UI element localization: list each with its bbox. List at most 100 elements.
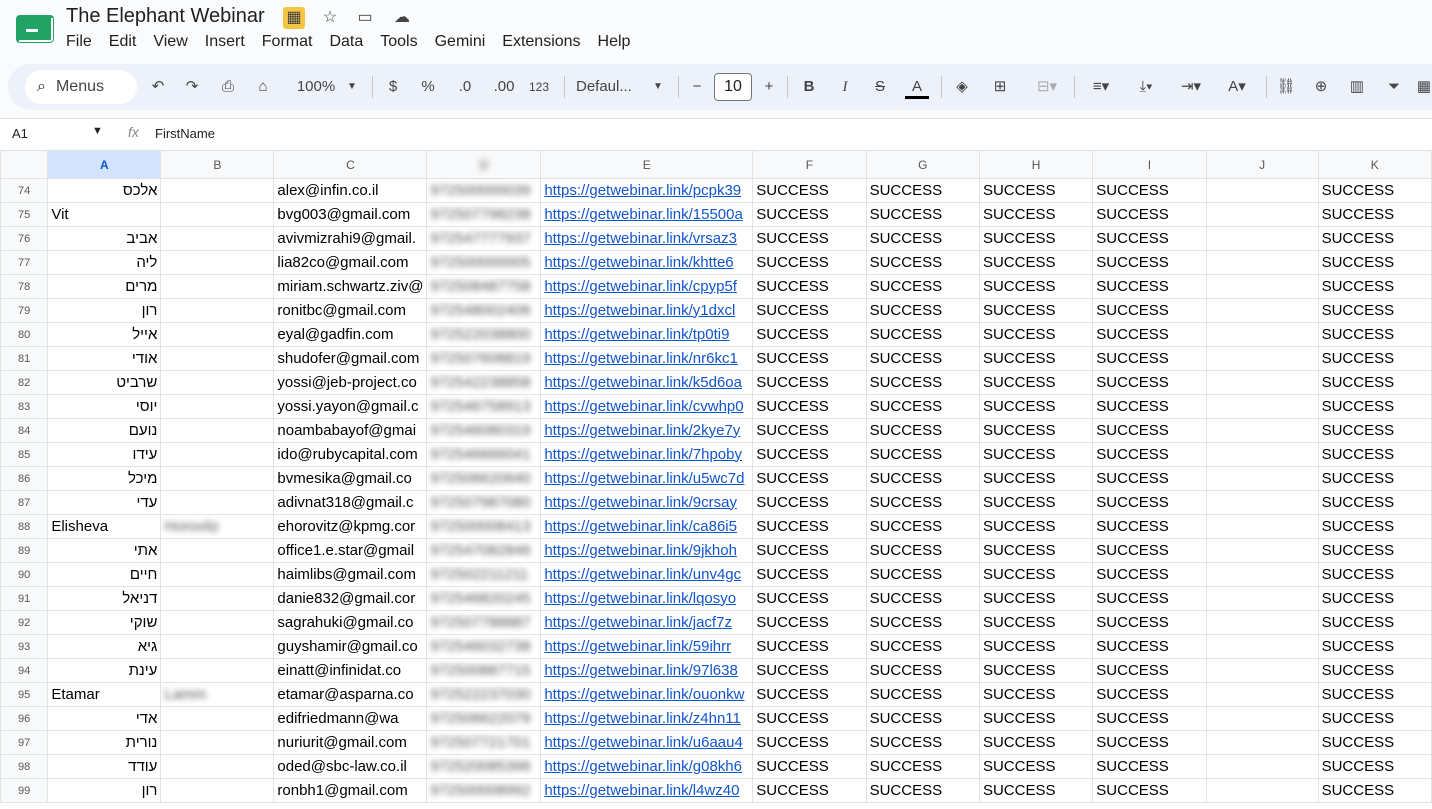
cell-email[interactable]: ronitbc@gmail.com (273, 298, 428, 323)
cell-firstname[interactable]: אודי (47, 346, 162, 371)
cell-status[interactable]: SUCCESS (1317, 682, 1432, 707)
link-icon[interactable]: ⛓ (1276, 75, 1296, 99)
cell-link[interactable]: https://getwebinar.link/g08kh6 (540, 754, 754, 779)
cell-empty[interactable] (1205, 538, 1319, 563)
cell-status[interactable]: SUCCESS (1317, 466, 1432, 491)
column-header-h[interactable]: H (978, 150, 1094, 179)
cell-link[interactable]: https://getwebinar.link/u6aau4 (540, 730, 754, 755)
menu-extensions[interactable]: Extensions (502, 33, 587, 51)
cell-status[interactable]: SUCCESS (865, 658, 980, 683)
cell-empty[interactable] (1205, 202, 1319, 227)
search-menus[interactable]: ⌕ Menus (25, 70, 137, 104)
select-all-corner[interactable] (0, 150, 49, 179)
cell-status[interactable]: SUCCESS (1317, 394, 1432, 419)
cell-phone[interactable]: 972507798238 (426, 202, 542, 227)
cell-status[interactable]: SUCCESS (865, 634, 980, 659)
row-number[interactable]: 78 (0, 274, 49, 299)
cell-firstname[interactable]: אדי (47, 706, 162, 731)
menu-help[interactable]: Help (598, 33, 638, 51)
cell-email[interactable]: avivmizrahi9@gmail. (273, 226, 428, 251)
cell-status[interactable]: SUCCESS (865, 730, 980, 755)
cell-link[interactable]: https://getwebinar.link/nr6kc1 (540, 346, 754, 371)
cell-firstname[interactable]: אייל (47, 322, 162, 347)
cell-phone[interactable]: 972500008413 (426, 514, 542, 539)
cell-status[interactable]: SUCCESS (865, 514, 980, 539)
cell-lastname[interactable]: Horovitz (160, 514, 275, 539)
cell-link[interactable]: https://getwebinar.link/pcpk39 (540, 178, 754, 203)
decrease-decimal-button[interactable]: .0 (453, 75, 477, 99)
cell-status[interactable]: SUCCESS (1092, 730, 1207, 755)
cell-phone[interactable]: 972546080319 (426, 418, 542, 443)
cell-status[interactable]: SUCCESS (865, 370, 980, 395)
column-header-e[interactable]: E (540, 150, 754, 179)
cell-status[interactable]: SUCCESS (1317, 250, 1432, 275)
redo-icon[interactable]: ↷ (182, 75, 202, 99)
column-header-d[interactable]: D (426, 150, 542, 179)
cell-link[interactable]: https://getwebinar.link/cpyp5f (540, 274, 754, 299)
cell-status[interactable]: SUCCESS (1092, 370, 1207, 395)
cell-firstname[interactable]: נורית (47, 730, 162, 755)
cell-status[interactable]: SUCCESS (752, 562, 867, 587)
cell-lastname[interactable] (160, 346, 275, 371)
cell-status[interactable]: SUCCESS (865, 178, 980, 203)
cell-status[interactable]: SUCCESS (1092, 178, 1207, 203)
menu-file[interactable]: File (66, 33, 99, 51)
cell-phone[interactable]: 972520085396 (426, 754, 542, 779)
cell-status[interactable]: SUCCESS (752, 514, 867, 539)
cell-status[interactable]: SUCCESS (752, 610, 867, 635)
row-number[interactable]: 77 (0, 250, 49, 275)
cell-phone[interactable]: 972507987080 (426, 490, 542, 515)
cell-phone[interactable]: 972502211211 (426, 562, 542, 587)
cell-email[interactable]: nuriurit@gmail.com (273, 730, 428, 755)
row-number[interactable]: 82 (0, 370, 49, 395)
cell-lastname[interactable] (160, 418, 275, 443)
cell-status[interactable]: SUCCESS (1092, 466, 1207, 491)
cell-status[interactable]: SUCCESS (978, 418, 1094, 443)
cell-email[interactable]: miriam.schwartz.ziv@ (273, 274, 428, 299)
cell-status[interactable]: SUCCESS (978, 706, 1094, 731)
cell-status[interactable]: SUCCESS (752, 370, 867, 395)
borders-icon[interactable]: ⊞ (990, 75, 1010, 99)
cell-empty[interactable] (1205, 562, 1319, 587)
cell-lastname[interactable] (160, 178, 275, 203)
name-box-chevron-icon[interactable]: ▼ (92, 125, 103, 137)
cell-email[interactable]: ido@rubycapital.com (273, 442, 428, 467)
cell-status[interactable]: SUCCESS (865, 274, 980, 299)
cell-status[interactable]: SUCCESS (752, 346, 867, 371)
cell-empty[interactable] (1205, 754, 1319, 779)
row-number[interactable]: 90 (0, 562, 49, 587)
cell-status[interactable]: SUCCESS (752, 322, 867, 347)
cell-status[interactable]: SUCCESS (1092, 634, 1207, 659)
cell-status[interactable]: SUCCESS (865, 226, 980, 251)
strikethrough-icon[interactable]: S (871, 75, 889, 99)
cell-status[interactable]: SUCCESS (752, 658, 867, 683)
cell-status[interactable]: SUCCESS (978, 322, 1094, 347)
cell-empty[interactable] (1205, 322, 1319, 347)
menu-tools[interactable]: Tools (380, 33, 424, 51)
cell-status[interactable]: SUCCESS (1317, 298, 1432, 323)
cell-lastname[interactable] (160, 658, 275, 683)
cell-status[interactable]: SUCCESS (1092, 346, 1207, 371)
cell-status[interactable]: SUCCESS (1092, 226, 1207, 251)
move-folder-icon[interactable]: ▭ (354, 7, 376, 29)
cell-firstname[interactable]: Elisheva (47, 514, 162, 539)
cell-status[interactable]: SUCCESS (1092, 394, 1207, 419)
cell-status[interactable]: SUCCESS (1317, 346, 1432, 371)
cell-lastname[interactable] (160, 634, 275, 659)
cell-firstname[interactable]: חיים (47, 562, 162, 587)
cell-empty[interactable] (1205, 250, 1319, 275)
cell-status[interactable]: SUCCESS (978, 538, 1094, 563)
cell-firstname[interactable]: אתי (47, 538, 162, 563)
cell-status[interactable]: SUCCESS (865, 322, 980, 347)
cell-lastname[interactable] (160, 298, 275, 323)
cell-lastname[interactable] (160, 706, 275, 731)
row-number[interactable]: 94 (0, 658, 49, 683)
column-header-f[interactable]: F (752, 150, 867, 179)
cell-lastname[interactable] (160, 226, 275, 251)
cell-status[interactable]: SUCCESS (865, 586, 980, 611)
cell-status[interactable]: SUCCESS (1317, 658, 1432, 683)
text-rotation-icon[interactable]: A▾ (1220, 75, 1254, 99)
cell-status[interactable]: SUCCESS (1092, 562, 1207, 587)
more-formats-button[interactable]: 123 (526, 75, 552, 99)
cell-status[interactable]: SUCCESS (752, 226, 867, 251)
